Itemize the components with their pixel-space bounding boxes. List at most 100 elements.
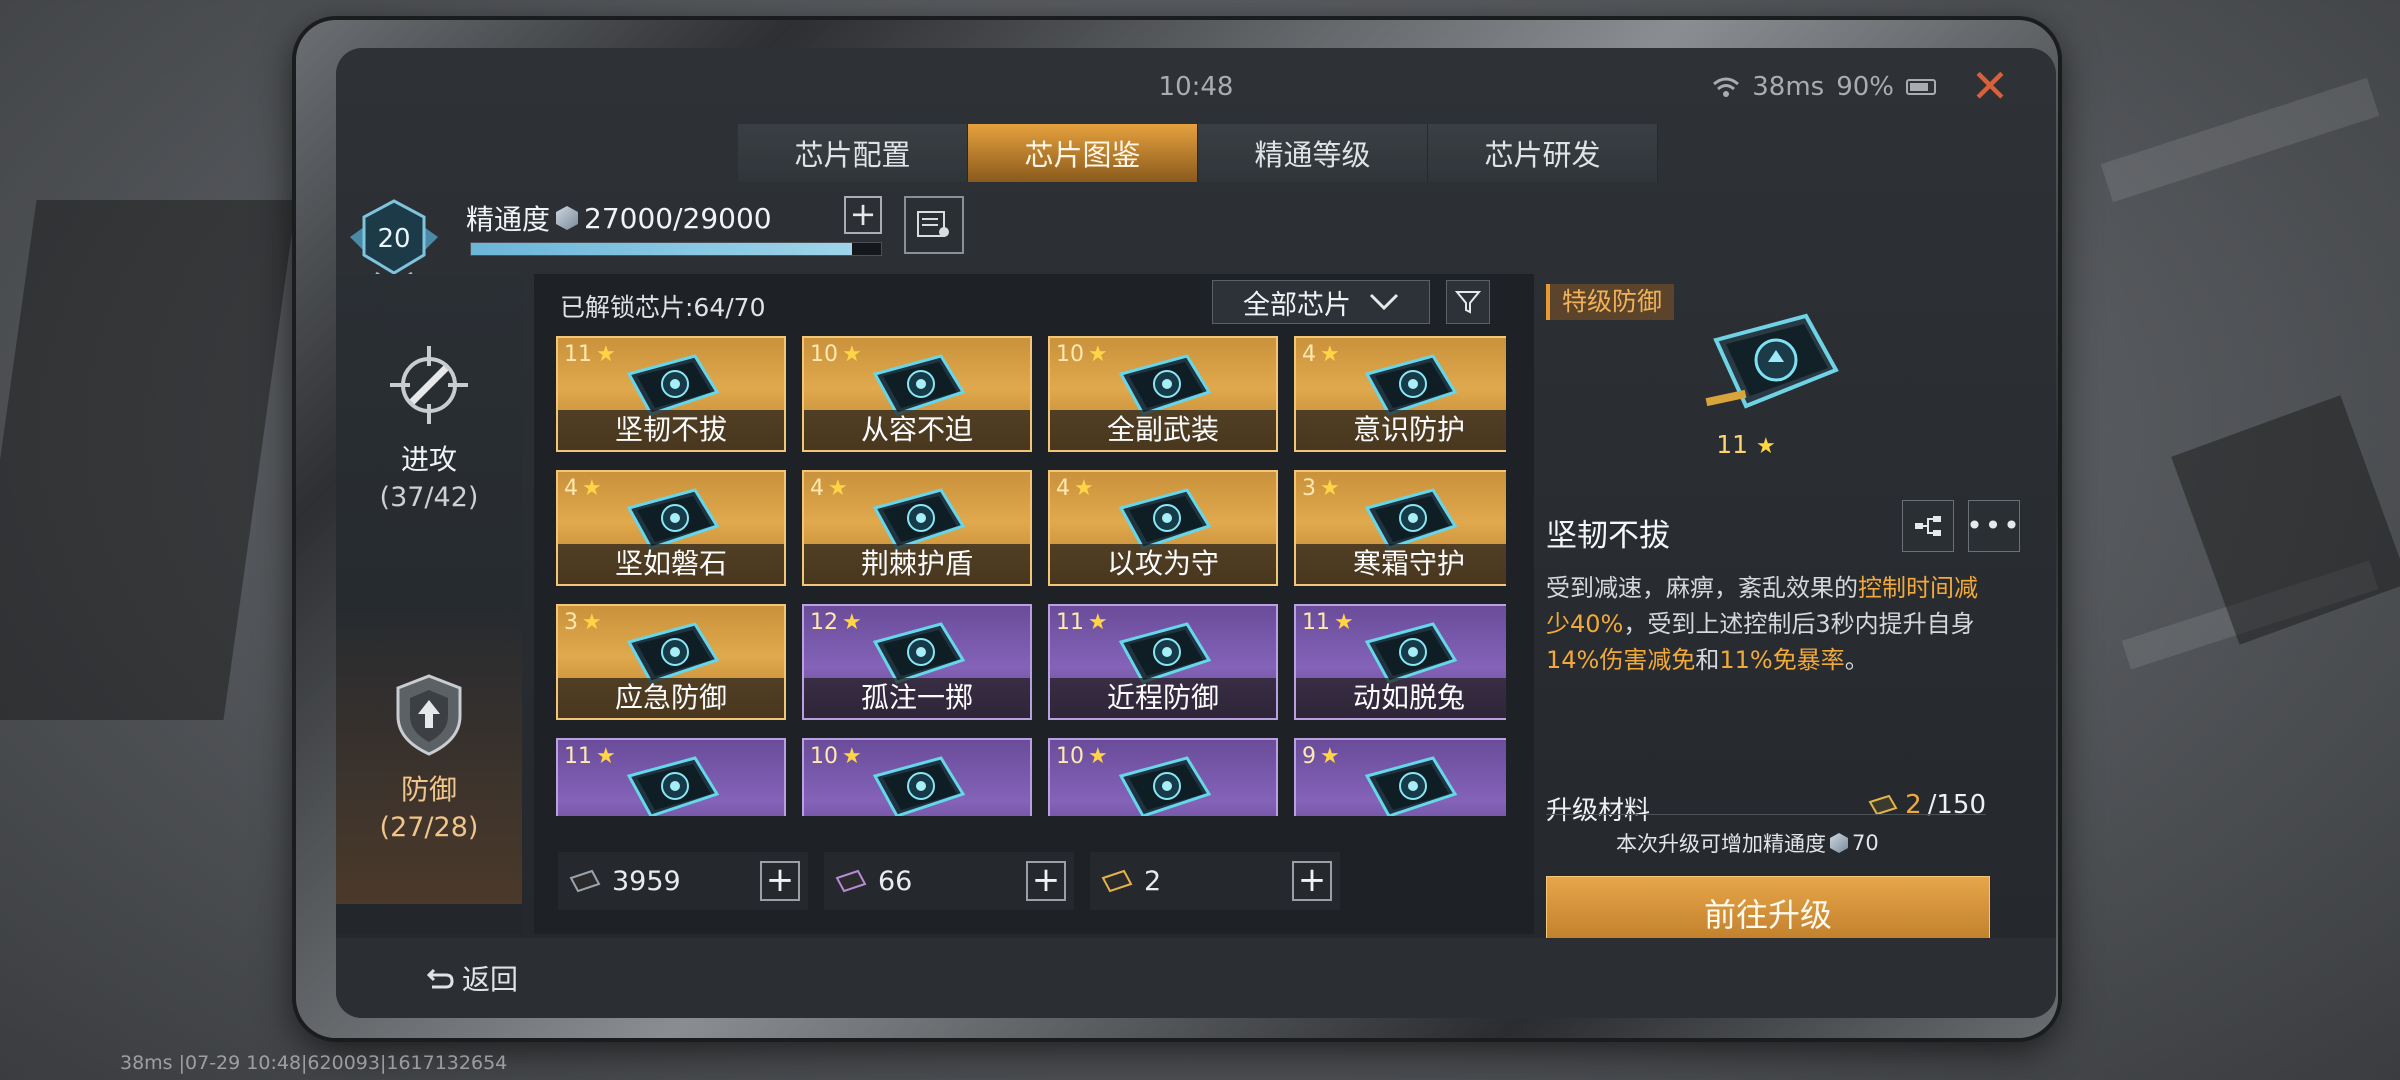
card-star-count: 11 xyxy=(564,744,592,769)
chip-card[interactable]: 4 ★ 意识防护 xyxy=(1294,336,1506,452)
chip-card[interactable]: 10 ★ xyxy=(802,738,1032,816)
chip-card[interactable]: 4 ★ 以攻为守 xyxy=(1048,470,1278,586)
close-button[interactable]: ✕ xyxy=(1968,63,2012,110)
card-name: 从容不迫 xyxy=(804,410,1030,450)
card-star-count: 10 xyxy=(1056,342,1084,367)
card-stars: 10 ★ xyxy=(810,744,862,769)
category-attack[interactable]: 进攻 (37/42) xyxy=(336,274,522,574)
chip-card[interactable]: 10 ★ xyxy=(1048,738,1278,816)
chip-card[interactable]: 9 ★ xyxy=(1294,738,1506,816)
star-icon: ★ xyxy=(842,744,862,769)
card-name: 应急防御 xyxy=(558,678,784,718)
card-name: 以攻为守 xyxy=(1050,544,1276,584)
tab-chip-research[interactable]: 芯片研发 xyxy=(1428,124,1658,182)
material-count: 2/150 xyxy=(1867,790,1986,820)
star-icon: ★ xyxy=(582,476,602,501)
category-label: 进攻 xyxy=(400,443,457,476)
card-name: 近程防御 xyxy=(1050,678,1276,718)
chip-star-count: 11 xyxy=(1716,430,1749,459)
resource-bar: 3959 +66 + 2 + xyxy=(558,852,1340,910)
category-count: (27/28) xyxy=(379,812,479,843)
close-icon: ✕ xyxy=(1970,59,2010,113)
category-label: 防御 xyxy=(400,773,457,806)
debug-info-text: 38ms |07-29 10:48|620093|1617132654 xyxy=(120,1052,508,1074)
tab-chip-codex[interactable]: 芯片图鉴 xyxy=(968,124,1198,182)
add-resource-button[interactable]: + xyxy=(1026,861,1066,901)
star-icon: ★ xyxy=(842,610,862,635)
add-resource-button[interactable]: + xyxy=(1292,861,1332,901)
chip-card[interactable]: 12 ★ 孤注一掷 xyxy=(802,604,1032,720)
card-stars: 10 ★ xyxy=(1056,342,1108,367)
filter-button[interactable] xyxy=(1446,280,1490,324)
description-highlight: 14%伤害减免 xyxy=(1546,646,1696,674)
card-star-count: 10 xyxy=(810,744,838,769)
star-icon: ★ xyxy=(1334,610,1354,635)
hint-text: 本次升级可增加精通度 xyxy=(1616,832,1826,856)
filter-funnel-icon xyxy=(1455,291,1481,314)
codex-info-button[interactable] xyxy=(904,196,964,254)
chip-filter-dropdown[interactable]: 全部芯片 xyxy=(1212,280,1430,324)
star-icon: ★ xyxy=(1088,610,1108,635)
chip-card[interactable]: 11 ★ 近程防御 xyxy=(1048,604,1278,720)
chip-tree-button[interactable] xyxy=(1902,500,1954,552)
star-icon: ★ xyxy=(1074,476,1094,501)
chip-card[interactable]: 11 ★ xyxy=(556,738,786,816)
more-dots-icon: ••• xyxy=(1966,509,2022,542)
card-star-count: 11 xyxy=(1056,610,1084,635)
status-bar: 10:48 38ms 90% ✕ xyxy=(336,48,2056,132)
more-options-button[interactable]: ••• xyxy=(1966,500,2022,552)
chip-stars: 11 ★ xyxy=(1546,430,1946,459)
tree-structure-icon xyxy=(1915,516,1941,536)
chip-large-icon xyxy=(1705,313,1839,409)
star-icon: ★ xyxy=(828,476,848,501)
description-text: ，受到上述控制后3秒内提升自身 xyxy=(1623,610,1975,638)
chip-card[interactable]: 3 ★ 应急防御 xyxy=(556,604,786,720)
chip-card[interactable]: 3 ★ 寒霜守护 xyxy=(1294,470,1506,586)
document-icon xyxy=(917,211,949,237)
chip-card-grid: 11 ★ 坚韧不拔 10 ★ 从容不迫 10 ★ 全副武装 4 ★ 意识防护 4 ★ 坚如磐石 4 ★ 荆棘护盾 4… xyxy=(556,336,1506,816)
star-icon: ★ xyxy=(1088,744,1108,769)
description-text: 和 xyxy=(1695,646,1720,674)
mastery-gem-icon xyxy=(1830,833,1848,853)
mastery-gem-icon xyxy=(556,206,579,230)
chip-icon xyxy=(1364,756,1458,816)
star-icon: ★ xyxy=(596,744,616,769)
upgrade-material-row: 升级材料 2/150 xyxy=(1546,790,1986,827)
card-name: 动如脱兔 xyxy=(1296,678,1506,718)
background-object xyxy=(2171,395,2400,645)
plus-icon: + xyxy=(849,195,877,233)
chip-card[interactable]: 11 ★ 动如脱兔 xyxy=(1294,604,1506,720)
chip-card[interactable]: 11 ★ 坚韧不拔 xyxy=(556,336,786,452)
card-star-count: 11 xyxy=(564,342,592,367)
card-stars: 11 ★ xyxy=(564,744,616,769)
add-resource-button[interactable]: + xyxy=(760,861,800,901)
chip-detail-panel: 特级防御 11 ★ 坚韧不拔 ••• 受到减速，麻痹，紊乱效果的控制时间减少40… xyxy=(1546,274,2046,952)
filter-value: 全部芯片 xyxy=(1243,289,1351,321)
wifi-icon xyxy=(1713,77,1740,97)
resource-item: 2 + xyxy=(1090,852,1340,910)
chip-material-icon xyxy=(569,869,601,893)
tab-mastery-level[interactable]: 精通等级 xyxy=(1198,124,1428,182)
card-stars: 4 ★ xyxy=(564,476,602,501)
chip-card[interactable]: 10 ★ 全副武装 xyxy=(1048,336,1278,452)
chip-icon xyxy=(626,756,720,816)
chip-card[interactable]: 4 ★ 荆棘护盾 xyxy=(802,470,1032,586)
card-star-count: 4 xyxy=(1056,476,1070,501)
category-defense[interactable]: 防御 (27/28) xyxy=(336,604,522,904)
divider xyxy=(1546,814,1986,815)
mastery-value: 27000/29000 xyxy=(584,201,772,235)
resource-value: 3959 xyxy=(612,865,681,897)
resource-item: 3959 + xyxy=(558,852,808,910)
background-stripe xyxy=(2100,77,2380,203)
tab-chip-config[interactable]: 芯片配置 xyxy=(738,124,968,182)
back-button[interactable]: 返回 xyxy=(426,958,518,998)
star-icon: ★ xyxy=(1756,434,1776,459)
chip-card[interactable]: 10 ★ 从容不迫 xyxy=(802,336,1032,452)
add-mastery-button[interactable]: + xyxy=(844,196,882,234)
card-star-count: 4 xyxy=(810,476,824,501)
chip-card[interactable]: 4 ★ 坚如磐石 xyxy=(556,470,786,586)
background-chair xyxy=(0,200,297,720)
crosshair-icon xyxy=(390,346,468,424)
resource-item: 66 + xyxy=(824,852,1074,910)
card-stars: 4 ★ xyxy=(1056,476,1094,501)
